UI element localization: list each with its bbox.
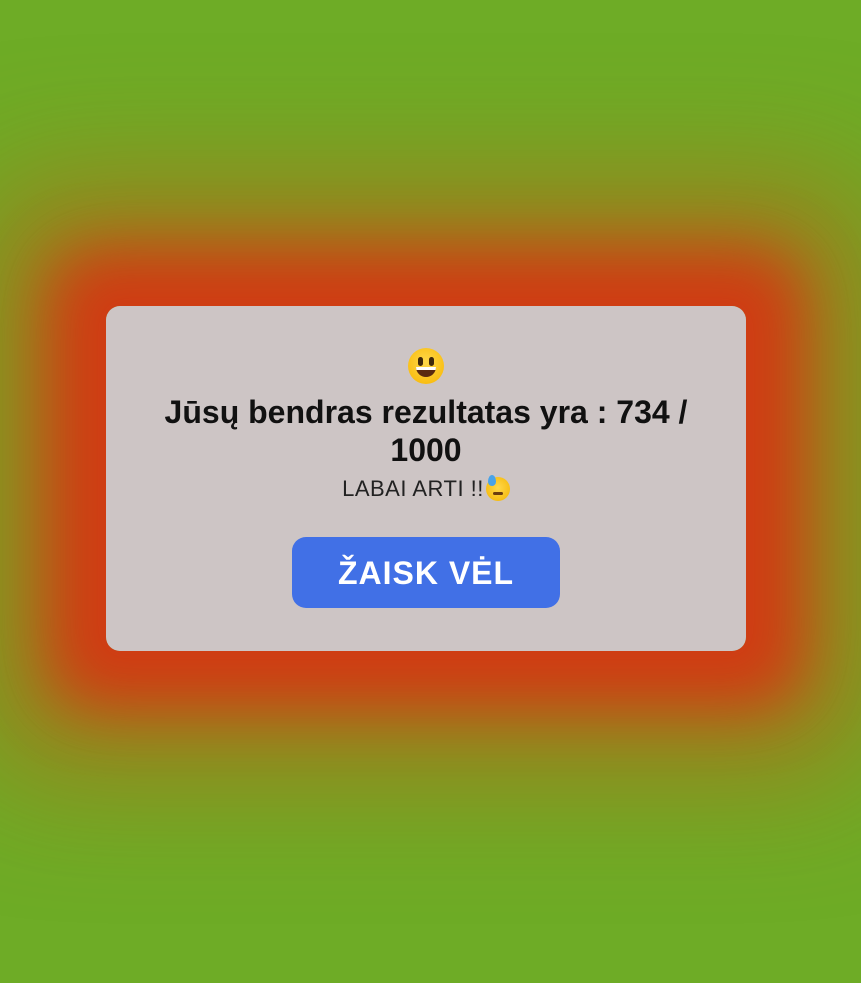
score-text: Jūsų bendras rezultatas yra : 734 / 1000	[164, 394, 688, 468]
result-modal: Jūsų bendras rezultatas yra : 734 / 1000…	[106, 306, 746, 651]
play-again-button[interactable]: ŽAISK VĖL	[292, 537, 560, 608]
verdict: LABAI ARTI !!	[106, 475, 746, 503]
grinning-face-icon	[408, 348, 444, 384]
verdict-text: LABAI ARTI !!	[342, 476, 484, 501]
downcast-sweat-face-icon	[485, 475, 510, 501]
